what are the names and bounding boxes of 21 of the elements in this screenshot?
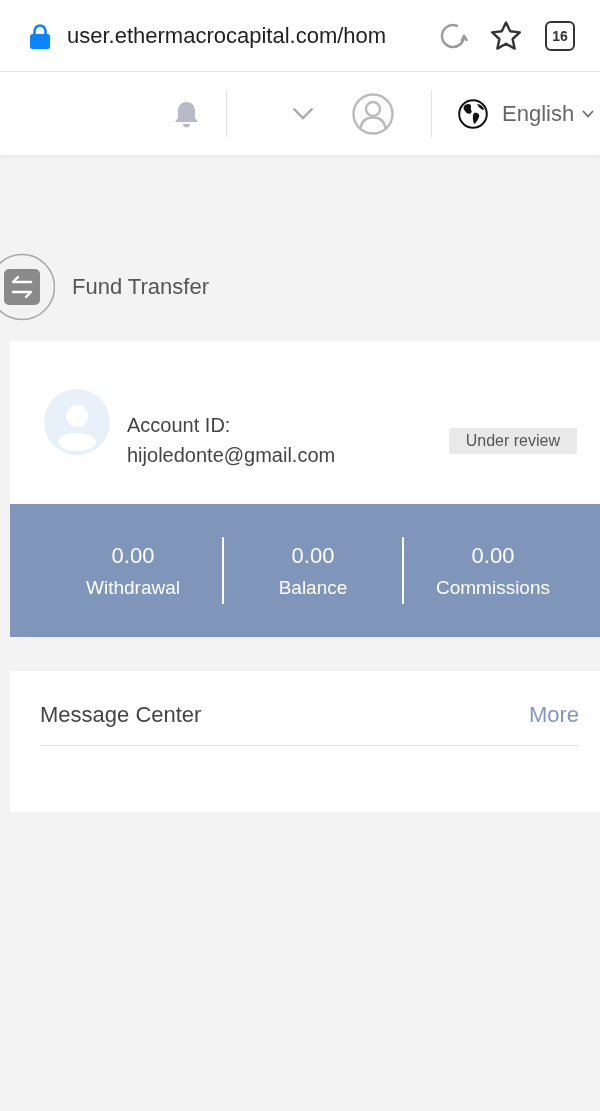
language-selector[interactable]: English bbox=[458, 98, 595, 129]
account-email: hijoledonte@gmail.com bbox=[127, 443, 336, 468]
chevron-down-icon[interactable] bbox=[292, 107, 314, 120]
star-icon[interactable] bbox=[490, 19, 522, 52]
user-account-icon[interactable] bbox=[352, 92, 394, 135]
stat-label: Commissions bbox=[436, 575, 550, 600]
stat-value: 0.00 bbox=[111, 541, 155, 570]
fund-transfer-button[interactable]: Fund Transfer bbox=[0, 253, 209, 321]
message-center-title: Message Center bbox=[40, 701, 202, 729]
globe-icon bbox=[458, 98, 488, 129]
lock-icon bbox=[28, 22, 52, 49]
tab-count-button[interactable]: 16 bbox=[545, 20, 575, 51]
bell-icon[interactable] bbox=[173, 99, 200, 128]
stat-label: Balance bbox=[278, 575, 348, 600]
chevron-down-icon bbox=[582, 109, 595, 118]
status-badge: Under review bbox=[448, 428, 577, 454]
stat-label: Withdrawal bbox=[86, 575, 180, 600]
url-field[interactable]: user.ethermacrocapital.com/hom bbox=[67, 20, 419, 51]
stat-value: 0.00 bbox=[291, 541, 335, 570]
stat-value: 0.00 bbox=[471, 541, 515, 570]
account-id-label: Account ID: bbox=[127, 413, 232, 438]
